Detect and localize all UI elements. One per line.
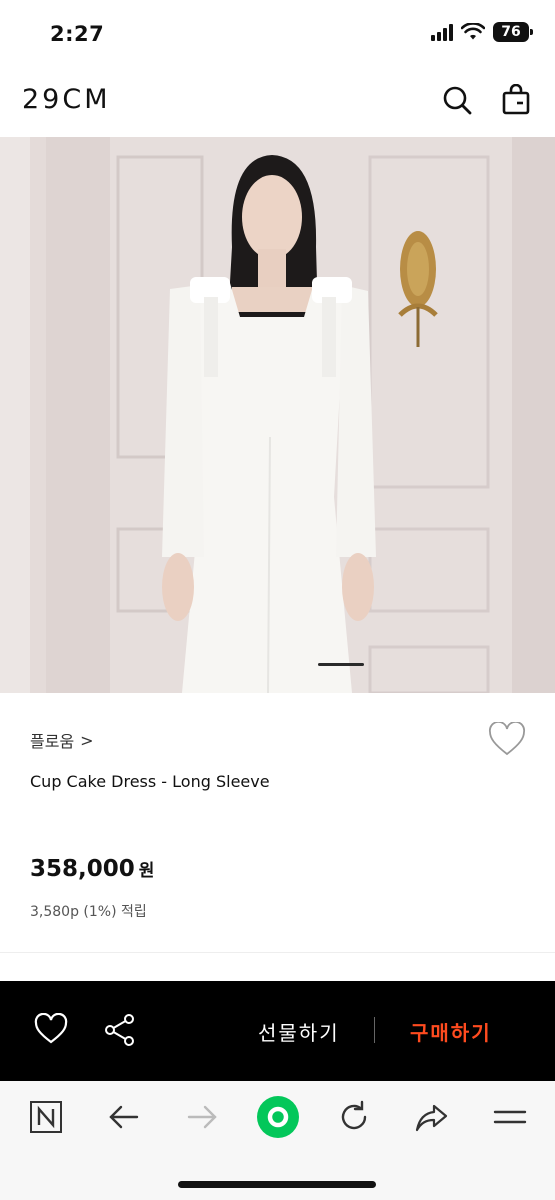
brand-logo[interactable]: 29CM [22,84,111,115]
heart-icon[interactable] [488,722,526,758]
back-arrow-icon[interactable] [106,1099,142,1135]
reward-points: 3,580p (1%) 적립 [30,904,147,920]
battery-indicator: 76 [493,22,533,42]
share-icon[interactable] [103,1013,137,1047]
status-icons: 76 [431,22,533,42]
carousel-indicator [318,663,364,666]
search-icon[interactable] [441,84,473,116]
product-image[interactable] [0,137,555,693]
button-separator [374,1017,375,1043]
green-home-icon[interactable] [256,1095,300,1139]
product-photo [0,137,555,693]
chevron-right-icon: > [80,730,94,750]
price-value: 358,000 [30,856,135,882]
product-name: Cup Cake Dress - Long Sleeve [30,772,270,791]
heart-icon[interactable] [34,1013,68,1047]
buy-button[interactable]: 구매하기 [410,1017,492,1046]
forward-arrow-icon[interactable] [184,1099,220,1135]
status-time: 2:27 [50,22,105,46]
status-bar: 2:27 76 [0,0,555,66]
wifi-icon [461,23,485,40]
brand-name: 플로움 [30,732,75,751]
share-arrow-icon[interactable] [414,1099,450,1135]
brand-link[interactable]: 플로움 > [30,728,94,752]
purchase-bar: 선물하기 구매하기 [0,981,555,1081]
app-header: 29CM [0,66,555,136]
shopping-bag-icon[interactable] [500,84,532,116]
naver-n-icon[interactable] [28,1099,64,1135]
product-price: 358,000 원 [30,856,154,882]
home-indicator[interactable] [178,1181,376,1188]
price-currency: 원 [138,861,155,881]
cellular-signal-icon [431,23,453,41]
menu-icon[interactable] [492,1099,528,1135]
refresh-icon[interactable] [336,1099,372,1135]
gift-button[interactable]: 선물하기 [258,1017,340,1046]
section-divider [0,952,555,953]
